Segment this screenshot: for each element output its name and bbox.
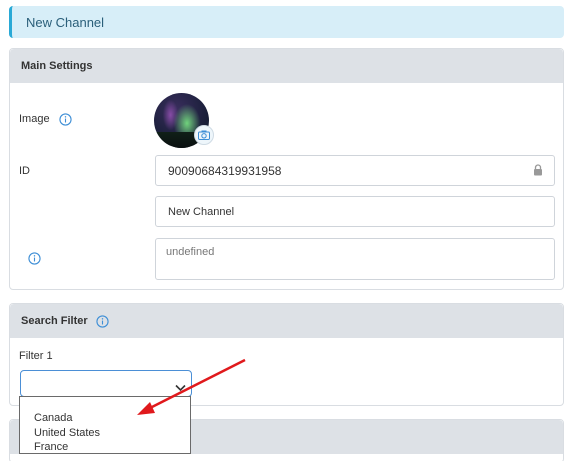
- search-filter-title: Search Filter: [21, 315, 88, 327]
- search-filter-info-icon[interactable]: [96, 315, 109, 328]
- page-title-bar: New Channel: [9, 6, 564, 38]
- lock-icon: [533, 164, 543, 179]
- camera-icon[interactable]: [194, 125, 214, 145]
- chevron-down-icon: [175, 379, 186, 397]
- image-info-icon[interactable]: [59, 113, 72, 131]
- channel-name-field[interactable]: New Channel: [155, 196, 555, 227]
- id-field[interactable]: 90090684319931958: [155, 155, 555, 186]
- description-info-icon[interactable]: [28, 252, 41, 270]
- search-filter-panel: Search Filter Filter 1: [9, 303, 564, 406]
- dropdown-option-united-states[interactable]: United States: [34, 426, 190, 441]
- main-settings-panel: Main Settings Image ID 90090684319931958…: [9, 48, 564, 290]
- id-label: ID: [19, 165, 30, 177]
- image-label: Image: [19, 113, 50, 125]
- filter-1-select[interactable]: [20, 370, 192, 397]
- dropdown-option-france[interactable]: France: [34, 440, 190, 455]
- search-filter-header: Search Filter: [10, 304, 563, 338]
- description-value: undefined: [166, 246, 215, 258]
- filter-1-label: Filter 1: [19, 350, 53, 362]
- filter-1-dropdown-list: Canada United States France: [19, 396, 191, 454]
- id-value: 90090684319931958: [168, 163, 282, 178]
- dropdown-option-canada[interactable]: Canada: [34, 411, 190, 426]
- page-title: New Channel: [26, 14, 105, 30]
- main-settings-header: Main Settings: [10, 49, 563, 83]
- description-textarea[interactable]: undefined: [155, 238, 555, 280]
- main-settings-title: Main Settings: [21, 60, 93, 72]
- channel-name-value: New Channel: [168, 205, 235, 218]
